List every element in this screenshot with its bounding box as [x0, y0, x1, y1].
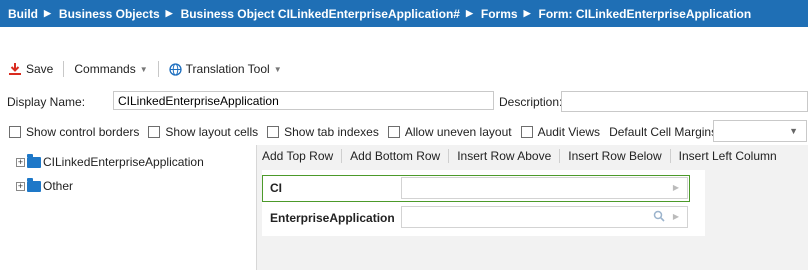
form-name-bar: Display Name: Description: — [0, 91, 808, 112]
checkbox[interactable] — [387, 126, 400, 138]
commands-label: Commands — [74, 62, 136, 76]
enterprise-application-field[interactable]: ▶ — [401, 206, 688, 228]
folder-icon — [27, 153, 41, 168]
globe-icon — [168, 62, 182, 76]
breadcrumb-build[interactable]: Build ▶ — [0, 7, 51, 21]
breadcrumb-label: Form: CILinkedEnterpriseApplication — [538, 6, 752, 21]
checkbox[interactable] — [9, 126, 21, 138]
toolbar: Save Commands ▼ Translation Tool ▼ — [8, 58, 282, 80]
option-label: Default Cell Margins — [609, 125, 718, 139]
object-tree: + CILinkedEnterpriseApplication + Other — [6, 145, 257, 270]
divider — [341, 149, 343, 163]
checkbox[interactable] — [148, 126, 161, 138]
toolbar-divider — [63, 61, 65, 77]
option-label: Show tab indexes — [284, 125, 379, 139]
form-layout-grid: CI ▶ EnterpriseApplication ▶ — [262, 170, 705, 236]
breadcrumb-label: Business Object CILinkedEnterpriseApplic… — [180, 6, 460, 21]
insert-row-below-button[interactable]: Insert Row Below — [568, 149, 661, 163]
display-name-label: Display Name: — [7, 95, 86, 109]
breadcrumb-label: Build — [8, 6, 38, 21]
option-label: Audit Views — [537, 125, 601, 139]
description-label: Description: — [499, 95, 563, 109]
display-name-input[interactable] — [113, 91, 494, 110]
add-top-row-button[interactable]: Add Top Row — [262, 149, 333, 163]
insert-row-above-button[interactable]: Insert Row Above — [457, 149, 551, 163]
breadcrumb-business-objects[interactable]: Business Objects ▶ — [51, 7, 173, 21]
divider — [559, 149, 561, 163]
breadcrumb-forms[interactable]: Forms ▶ — [473, 7, 531, 21]
save-button[interactable]: Save — [8, 62, 53, 76]
breadcrumb: Build ▶ Business Objects ▶ Business Object… — [0, 0, 808, 27]
show-layout-cells-option[interactable]: Show layout cells — [148, 125, 258, 139]
expand-icon[interactable]: + — [16, 157, 25, 167]
chevron-right-icon: ▶ — [165, 8, 173, 18]
tree-item-label: Other — [43, 179, 74, 193]
tree-item-cilinkedenterpriseapplication[interactable]: + CILinkedEnterpriseApplication — [16, 153, 204, 169]
show-control-borders-option[interactable]: Show control borders — [9, 125, 139, 139]
save-icon — [9, 63, 21, 75]
checkbox[interactable] — [520, 126, 533, 138]
option-label: Allow uneven layout — [404, 125, 512, 139]
audit-views-option[interactable]: Audit Views — [520, 125, 601, 139]
default-cell-margins-select[interactable]: ▼ — [713, 120, 807, 142]
divider — [448, 149, 450, 163]
folder-icon — [27, 177, 41, 192]
ci-label[interactable]: CI — [270, 181, 282, 195]
breadcrumb-business-object[interactable]: Business Object CILinkedEnterpriseApplic… — [173, 7, 473, 21]
caret-right-icon: ▶ — [672, 183, 679, 192]
chevron-down-icon: ▼ — [139, 64, 148, 74]
ci-field[interactable]: ▶ — [401, 177, 688, 199]
search-icon[interactable] — [653, 210, 665, 222]
insert-left-column-button[interactable]: Insert Left Column — [679, 149, 777, 163]
default-cell-margins-label: Default Cell Margins — [609, 125, 717, 139]
description-input[interactable] — [561, 91, 808, 112]
chevron-right-icon: ▶ — [465, 8, 473, 18]
add-bottom-row-button[interactable]: Add Bottom Row — [350, 149, 440, 163]
option-label: Show control borders — [26, 125, 140, 139]
commands-menu[interactable]: Commands ▼ — [74, 62, 147, 76]
translation-tool-menu[interactable]: Translation Tool ▼ — [168, 62, 282, 76]
chevron-right-icon: ▶ — [44, 8, 51, 18]
expand-icon[interactable]: + — [16, 181, 25, 191]
tree-item-other[interactable]: + Other — [16, 177, 74, 193]
checkbox[interactable] — [267, 126, 280, 138]
tree-item-label: CILinkedEnterpriseApplication — [43, 155, 204, 169]
toolbar-divider — [157, 61, 159, 77]
caret-right-icon: ▶ — [672, 212, 679, 221]
breadcrumb-label: Forms — [480, 6, 518, 21]
chevron-down-icon: ▼ — [273, 64, 282, 74]
breadcrumb-label: Business Objects — [58, 6, 160, 21]
row-actions-bar: Add Top Row Add Bottom Row Insert Row Ab… — [262, 149, 785, 163]
divider — [669, 149, 671, 163]
show-tab-indexes-option[interactable]: Show tab indexes — [267, 125, 379, 139]
save-label: Save — [26, 62, 54, 76]
chevron-down-icon: ▼ — [789, 126, 798, 136]
enterprise-application-label[interactable]: EnterpriseApplication — [270, 211, 395, 225]
allow-uneven-layout-option[interactable]: Allow uneven layout — [387, 125, 512, 139]
chevron-right-icon: ▶ — [523, 8, 531, 18]
breadcrumb-form: Form: CILinkedEnterpriseApplication — [531, 7, 752, 21]
option-label: Show layout cells — [165, 125, 259, 139]
translation-tool-label: Translation Tool — [185, 62, 270, 76]
layout-options: Show control borders Show layout cells S… — [9, 122, 808, 142]
